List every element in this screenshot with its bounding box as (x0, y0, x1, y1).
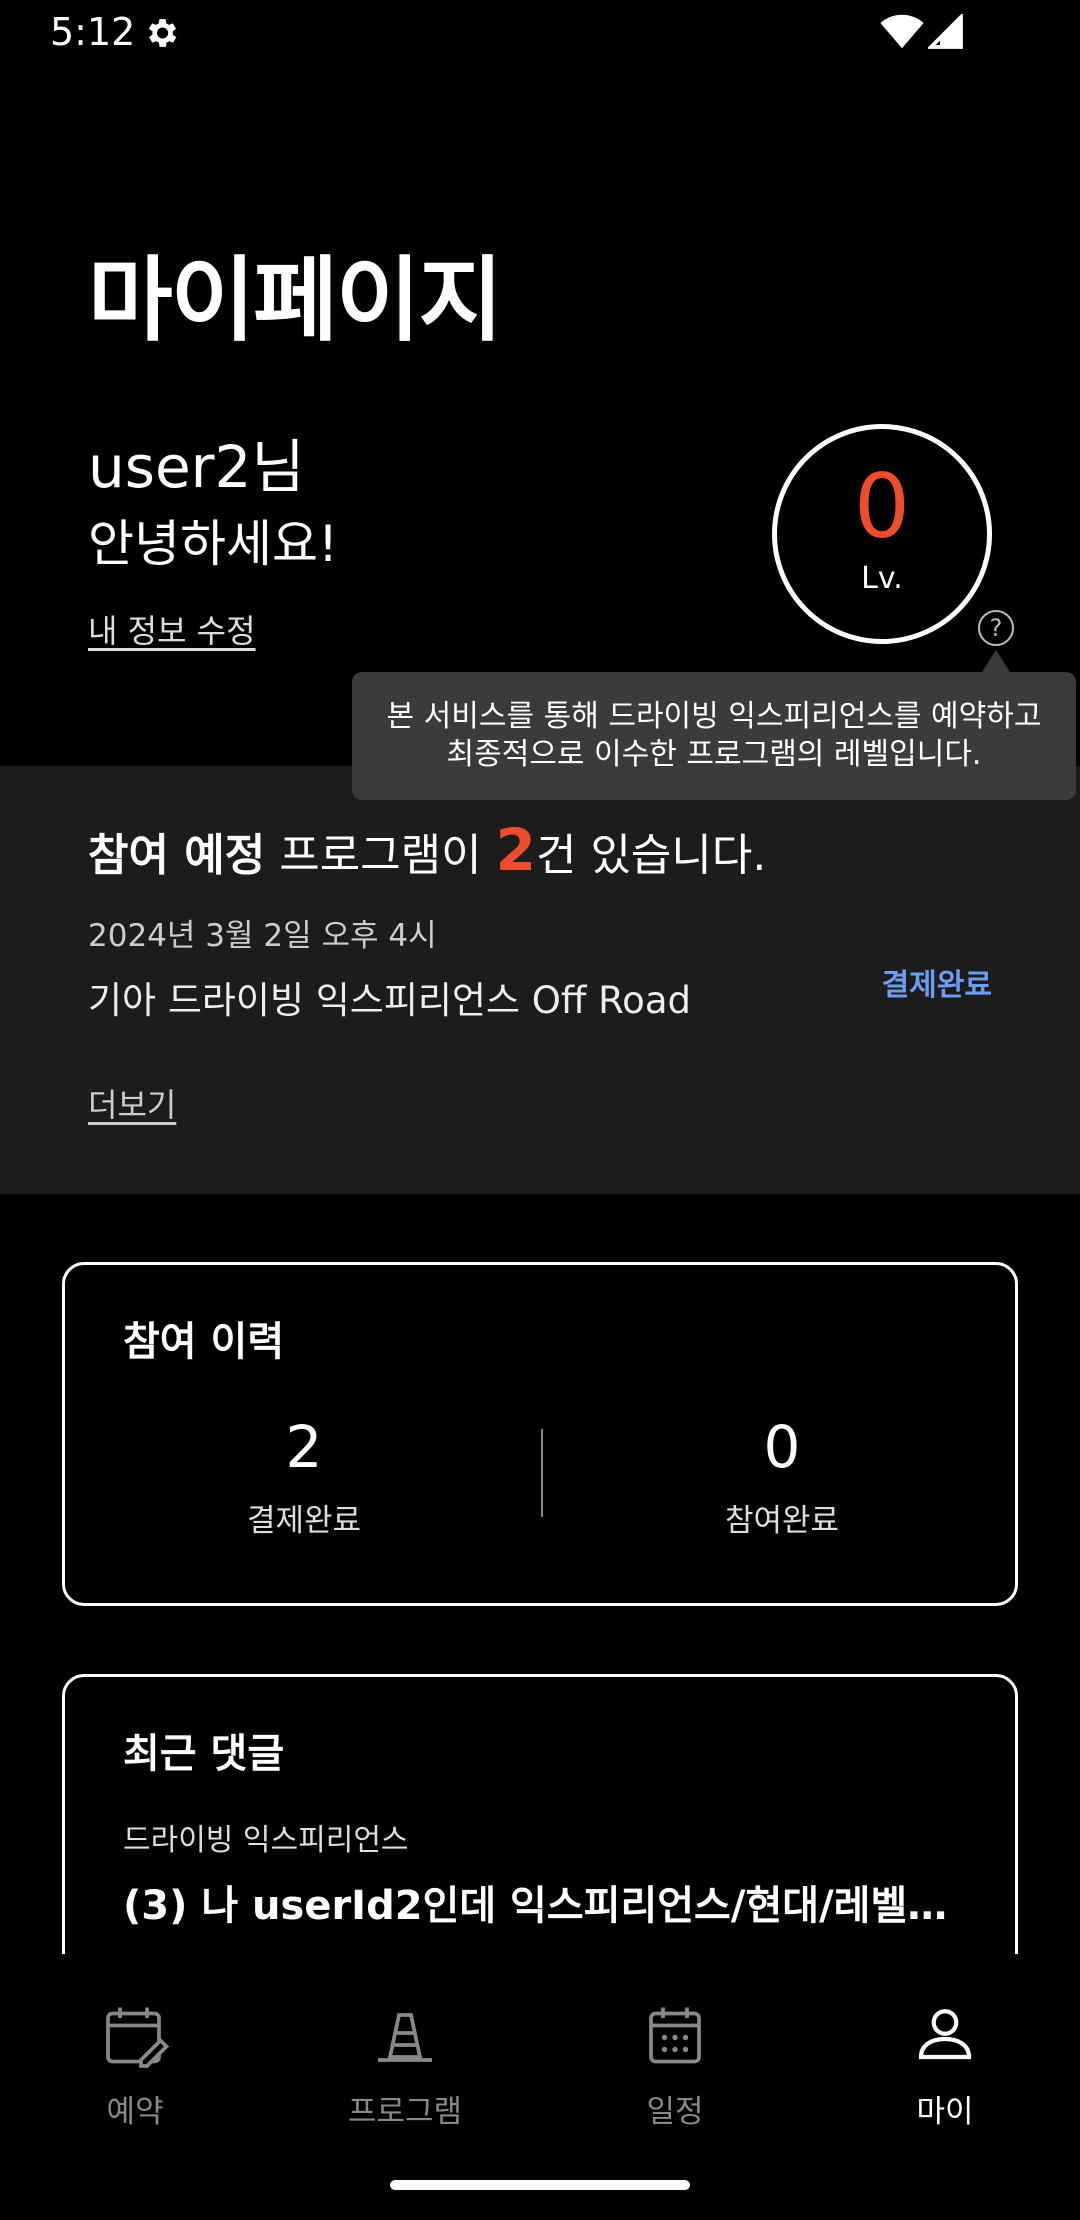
home-indicator[interactable] (390, 2180, 690, 2190)
paid-stat[interactable]: 2 결제완료 (154, 1413, 454, 1540)
upcoming-title: 참여 예정 프로그램이 2건 있습니다. (88, 816, 766, 884)
tooltip-line-1: 본 서비스를 통해 드라이빙 익스피리언스를 예약하고 (386, 699, 1042, 734)
comments-title: 최근 댓글 (123, 1731, 285, 1777)
greeting: 안녕하세요! (88, 515, 339, 573)
wifi-icon (880, 14, 924, 49)
tooltip-arrow (982, 650, 1010, 672)
mypage-screen: 5:12 마이페이지 user2님 안녕하세요! 내 정보 수정 0 Lv. ?… (0, 0, 1080, 2220)
status-time: 5:12 (50, 10, 136, 54)
level-badge: 0 Lv. (772, 424, 992, 644)
calendar-edit-icon (106, 2007, 170, 2068)
event-date: 2024년 3월 2일 오후 4시 (88, 918, 437, 954)
signal-icon (928, 14, 963, 49)
participation-history-card: 참여 이력 2 결제완료 0 참여완료 (62, 1262, 1018, 1606)
level-tooltip: 본 서비스를 통해 드라이빙 익스피리언스를 예약하고 최종적으로 이수한 프로… (352, 672, 1076, 800)
stat-divider (541, 1429, 543, 1517)
level-value: 0 (854, 455, 910, 558)
comment-text[interactable]: (3) 나 userId2인데 익스피리언스/현대/레벨… (123, 1873, 947, 1931)
comment-category: 드라이빙 익스피리언스 (123, 1823, 409, 1858)
username: user2님 (88, 433, 305, 501)
paid-count: 2 (285, 1413, 323, 1481)
more-link[interactable]: 더보기 (88, 1080, 176, 1126)
tooltip-line-2: 최종적으로 이수한 프로그램의 레벨입니다. (446, 737, 982, 772)
nav-label-program: 프로그램 (347, 2094, 463, 2130)
nav-item-reservation[interactable]: 예약 (35, 2000, 235, 2131)
completed-stat[interactable]: 0 참여완료 (632, 1413, 932, 1540)
traffic-cone-icon (378, 2013, 432, 2062)
completed-label: 참여완료 (724, 1503, 840, 1539)
upcoming-title-end: 건 있습니다. (535, 830, 767, 881)
calendar-icon (649, 2007, 701, 2064)
page-title: 마이페이지 (88, 247, 503, 354)
completed-count: 0 (763, 1413, 801, 1481)
upcoming-title-mid: 프로그램이 (265, 830, 496, 881)
payment-status-badge: 결제완료 (881, 968, 992, 1003)
nav-label-reservation: 예약 (106, 2094, 164, 2130)
upcoming-programs-section: 참여 예정 프로그램이 2건 있습니다. 2024년 3월 2일 오후 4시 기… (0, 766, 1080, 1194)
settings-gear-icon (148, 19, 177, 47)
history-title: 참여 이력 (123, 1319, 285, 1365)
help-question-icon[interactable]: ? (978, 610, 1014, 646)
upcoming-title-bold: 참여 예정 (88, 830, 266, 881)
upcoming-count: 2 (495, 816, 536, 884)
person-icon (918, 2009, 972, 2060)
nav-item-program[interactable]: 프로그램 (305, 2000, 505, 2131)
level-label: Lv. (861, 561, 903, 596)
paid-label: 결제완료 (246, 1503, 362, 1539)
edit-profile-link[interactable]: 내 정보 수정 (88, 606, 256, 652)
nav-label-my: 마이 (916, 2094, 974, 2130)
nav-item-schedule[interactable]: 일정 (575, 2000, 775, 2131)
status-bar: 5:12 (0, 0, 1080, 66)
nav-item-my[interactable]: 마이 (845, 2000, 1045, 2131)
event-name[interactable]: 기아 드라이빙 익스피리언스 Off Road (88, 970, 691, 1024)
nav-label-schedule: 일정 (646, 2094, 704, 2130)
